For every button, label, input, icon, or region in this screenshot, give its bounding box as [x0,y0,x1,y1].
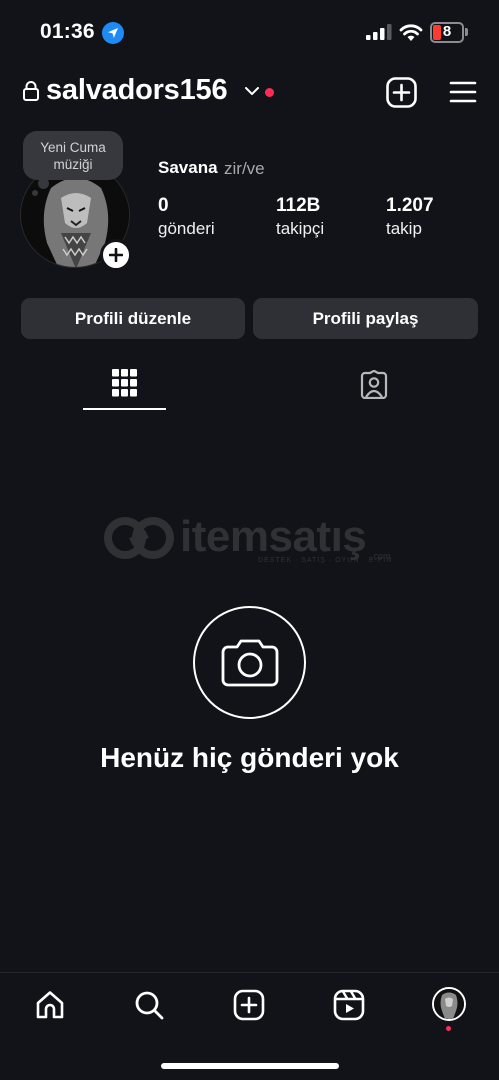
empty-posts-message: Henüz hiç gönderi yok [100,742,399,773]
reels-icon[interactable] [333,989,365,1021]
profile-notification-dot [446,1026,451,1031]
posts-label[interactable]: gönderi [158,219,215,239]
plus-icon [109,248,123,262]
cellular-signal-icon [366,24,392,40]
profile-pronouns: zir/ve [224,159,265,178]
profile-note[interactable]: Yeni Cuma müziği [23,131,123,180]
watermark-domain: .com [371,551,391,561]
home-icon[interactable] [34,989,66,1021]
battery-level: 8 [442,23,452,40]
followers-count[interactable]: 112B [276,195,320,217]
profile-tab-avatar[interactable] [432,987,466,1021]
wifi-icon [399,24,423,41]
posts-count[interactable]: 0 [158,195,169,217]
battery-nub [465,28,468,36]
posts-grid-tab-icon[interactable] [112,369,137,397]
notification-dot [265,88,274,97]
tagged-person-tab-icon[interactable] [359,370,389,399]
bottom-nav-divider [0,972,499,973]
chevron-down-icon[interactable] [244,85,260,97]
camera-icon [221,639,278,686]
following-count[interactable]: 1.207 [386,195,434,217]
create-post-icon[interactable] [233,989,265,1021]
profile-username[interactable]: salvadors156 [46,74,228,107]
home-indicator[interactable] [161,1063,339,1069]
followers-label[interactable]: takipçi [276,219,324,239]
share-profile-button[interactable]: Profili paylaş [253,298,478,339]
active-tab-indicator [83,408,166,410]
watermark-brand: itemsatış [180,512,367,561]
watermark-logo-icon [104,517,174,559]
battery-icon: 8 [430,22,464,43]
lock-icon [23,81,39,101]
create-plus-icon[interactable] [386,77,417,108]
add-story-button[interactable] [100,239,132,271]
status-time: 01:36 [40,20,95,43]
location-arrow-icon [102,22,124,44]
hamburger-menu-icon[interactable] [449,80,477,104]
following-label[interactable]: takip [386,219,422,239]
edit-profile-button[interactable]: Profili düzenle [21,298,245,339]
note-bubble-tail-small [32,190,38,196]
search-icon[interactable] [133,989,165,1021]
profile-name: Savana [158,158,218,177]
empty-posts-camera-button[interactable] [193,606,306,719]
